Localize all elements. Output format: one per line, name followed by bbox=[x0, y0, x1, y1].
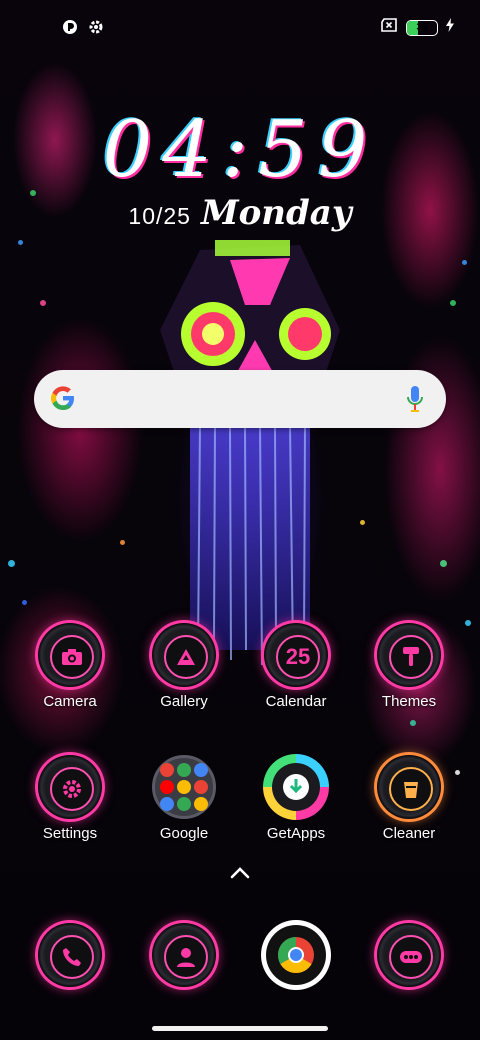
calendar-icon: 25 bbox=[276, 635, 320, 679]
clock-day: Monday bbox=[200, 193, 352, 233]
app-notification-icon bbox=[62, 19, 78, 40]
app-themes[interactable]: Themes bbox=[359, 620, 459, 710]
app-label: Calendar bbox=[265, 693, 327, 710]
chevron-up-icon[interactable] bbox=[229, 866, 251, 885]
chrome-icon bbox=[266, 925, 326, 985]
dock-contacts[interactable] bbox=[134, 920, 234, 990]
contacts-icon bbox=[164, 935, 208, 979]
getapps-icon bbox=[272, 763, 320, 811]
app-camera[interactable]: Camera bbox=[20, 620, 120, 710]
app-label: Settings bbox=[42, 825, 98, 842]
app-getapps[interactable]: GetApps bbox=[246, 752, 346, 842]
gallery-icon bbox=[164, 635, 208, 679]
google-g-icon bbox=[48, 383, 78, 418]
app-gallery[interactable]: Gallery bbox=[134, 620, 234, 710]
charging-bolt-icon bbox=[446, 18, 454, 37]
camera-icon bbox=[50, 635, 94, 679]
gesture-home-indicator[interactable] bbox=[152, 1026, 328, 1031]
themes-icon bbox=[389, 635, 433, 679]
cleaner-icon bbox=[389, 767, 433, 811]
app-label: GetApps bbox=[266, 825, 326, 842]
clock-date: 10/25 bbox=[128, 203, 191, 229]
app-settings[interactable]: Settings bbox=[20, 752, 120, 842]
folder-icon bbox=[152, 755, 216, 819]
status-bar: 35 bbox=[0, 0, 480, 54]
messages-icon bbox=[389, 935, 433, 979]
dock-messages[interactable] bbox=[359, 920, 459, 990]
settings-icon bbox=[50, 767, 94, 811]
battery-percent: 35 bbox=[416, 22, 428, 33]
app-google-folder[interactable]: Google bbox=[134, 752, 234, 842]
app-label: Gallery bbox=[160, 693, 208, 710]
dock-phone[interactable] bbox=[20, 920, 120, 990]
no-sim-icon bbox=[380, 18, 398, 37]
google-search-bar[interactable] bbox=[34, 370, 446, 428]
battery-icon: 35 bbox=[406, 19, 438, 36]
app-calendar[interactable]: 25 Calendar bbox=[246, 620, 346, 710]
microphone-icon[interactable] bbox=[406, 384, 424, 419]
phone-icon bbox=[50, 935, 94, 979]
app-cleaner[interactable]: Cleaner bbox=[359, 752, 459, 842]
settings-gear-icon bbox=[88, 19, 104, 40]
clock-time: 04:59 bbox=[102, 105, 378, 195]
calendar-day-badge: 25 bbox=[285, 644, 311, 669]
app-label: Camera bbox=[43, 693, 97, 710]
app-label: Google bbox=[159, 825, 209, 842]
dock-chrome[interactable] bbox=[246, 920, 346, 990]
app-label: Themes bbox=[381, 693, 437, 710]
clock-widget[interactable]: 04:59 10/25 Monday bbox=[0, 105, 480, 245]
app-label: Cleaner bbox=[382, 825, 436, 842]
